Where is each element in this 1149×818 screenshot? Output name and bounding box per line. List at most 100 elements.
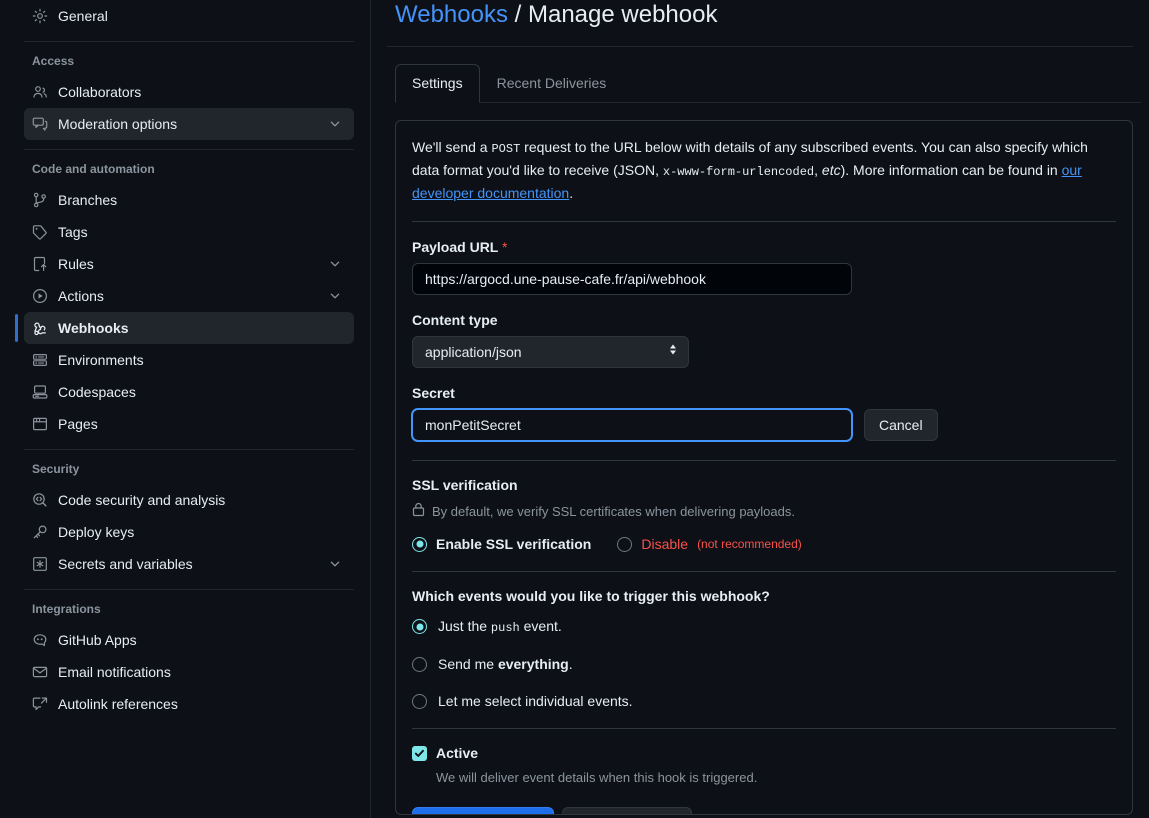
ssl-disable-note: (not recommended)	[697, 537, 802, 551]
sidebar-item-environments[interactable]: Environments	[24, 344, 354, 376]
sidebar-item-github-apps[interactable]: GitHub Apps	[24, 624, 354, 656]
sidebar-item-label: Collaborators	[58, 84, 346, 100]
browser-icon	[32, 416, 48, 432]
ssl-verification-title: SSL verification	[412, 477, 1116, 493]
sidebar-item-pages[interactable]: Pages	[24, 408, 354, 440]
tab-recent-deliveries[interactable]: Recent Deliveries	[480, 64, 624, 103]
sidebar-item-tags[interactable]: Tags	[24, 216, 354, 248]
tab-settings[interactable]: Settings	[395, 64, 480, 103]
content-type-select[interactable]	[412, 336, 689, 368]
sidebar-group-title: Code and automation	[24, 160, 354, 178]
codespaces-icon	[32, 384, 48, 400]
webhook-icon	[32, 320, 48, 336]
sidebar-item-deploy-keys[interactable]: Deploy keys	[24, 516, 354, 548]
page-title: Webhooks / Manage webhook	[387, 0, 1133, 30]
mail-icon	[32, 664, 48, 680]
event-push-code: push	[491, 621, 520, 635]
webhook-tabs: Settings Recent Deliveries	[395, 61, 1133, 103]
sidebar-group: SecurityCode security and analysisDeploy…	[16, 460, 354, 580]
ssl-enable-label: Enable SSL verification	[436, 536, 591, 552]
sidebar-divider	[24, 149, 354, 150]
event-option-everything[interactable]: Send me everything.	[412, 656, 1116, 672]
sidebar-item-label: GitHub Apps	[58, 632, 346, 648]
content-type-field: Content type	[412, 311, 1116, 368]
payload-url-input[interactable]	[412, 263, 852, 295]
ssl-enable-option[interactable]: Enable SSL verification	[412, 536, 591, 552]
breadcrumb-separator: /	[515, 1, 522, 28]
intro-text-5: .	[569, 185, 573, 201]
intro-text-4: ). More information can be found in	[841, 162, 1062, 178]
sidebar-item-label: Rules	[58, 256, 318, 272]
people-icon	[32, 84, 48, 100]
event-push-label: Just the push event.	[438, 618, 562, 635]
sidebar-item-actions[interactable]: Actions	[24, 280, 354, 312]
event-option-push[interactable]: Just the push event.	[412, 618, 1116, 635]
event-everything-suffix: .	[569, 656, 573, 672]
sidebar-item-label: Codespaces	[58, 384, 346, 400]
divider-3	[412, 571, 1116, 572]
chevron-down-icon[interactable]	[328, 257, 342, 271]
chevron-down-icon[interactable]	[328, 289, 342, 303]
sidebar-item-branches[interactable]: Branches	[24, 184, 354, 216]
event-option-individual[interactable]: Let me select individual events.	[412, 693, 1116, 709]
intro-text-1: We'll send a	[412, 139, 491, 155]
sidebar-item-label: Secrets and variables	[58, 556, 318, 572]
payload-url-required-marker: *	[502, 239, 507, 255]
active-checkbox-row[interactable]: Active We will deliver event details whe…	[412, 744, 1116, 787]
rules-icon	[32, 256, 48, 272]
tag-icon	[32, 224, 48, 240]
page-header: Webhooks / Manage webhook	[387, 0, 1133, 47]
sidebar-group: IntegrationsGitHub AppsEmail notificatio…	[16, 600, 354, 720]
sidebar-item-label: Tags	[58, 224, 346, 240]
update-webhook-button[interactable]: Update webhook	[412, 807, 554, 815]
active-checkbox[interactable]	[412, 746, 427, 761]
event-everything-radio[interactable]	[412, 657, 427, 672]
ssl-disable-label: Disable	[641, 536, 688, 552]
form-actions: Update webhook Delete webhook	[412, 807, 1116, 815]
intro-italic-etc: etc	[822, 162, 841, 178]
ssl-enable-radio[interactable]	[412, 537, 427, 552]
delete-webhook-button[interactable]: Delete webhook	[562, 807, 692, 815]
active-label: Active	[436, 744, 757, 763]
comment-discussion-icon	[32, 116, 48, 132]
sidebar-item-autolink-references[interactable]: Autolink references	[24, 688, 354, 720]
breadcrumb-webhooks-link[interactable]: Webhooks	[395, 1, 508, 28]
sidebar-item-label: Webhooks	[58, 320, 346, 336]
sidebar-item-label: Pages	[58, 416, 346, 432]
ssl-disable-option[interactable]: Disable (not recommended)	[617, 536, 801, 552]
secret-input[interactable]	[412, 409, 852, 441]
asterisk-key-icon	[32, 556, 48, 572]
events-title: Which events would you like to trigger t…	[412, 588, 1116, 604]
ssl-verification-section: SSL verification By default, we verify S…	[412, 477, 1116, 552]
chevron-down-icon[interactable]	[328, 117, 342, 131]
sidebar-item-general[interactable]: General	[24, 0, 354, 32]
sidebar-group: General	[16, 0, 354, 32]
settings-sidebar: General Access Collaborators Moderation opt…	[0, 0, 371, 818]
ssl-disable-radio[interactable]	[617, 537, 632, 552]
event-push-suffix: event.	[520, 618, 562, 634]
sidebar-item-codespaces[interactable]: Codespaces	[24, 376, 354, 408]
sidebar-item-email-notifications[interactable]: Email notifications	[24, 656, 354, 688]
cancel-secret-button[interactable]: Cancel	[864, 409, 938, 441]
payload-url-label-text: Payload URL	[412, 239, 498, 255]
sidebar-group: Code and automation Branches Tags Rules Acti…	[16, 160, 354, 440]
sidebar-item-label: Code security and analysis	[58, 492, 346, 508]
sidebar-item-label: Email notifications	[58, 664, 346, 680]
sidebar-item-collaborators[interactable]: Collaborators	[24, 76, 354, 108]
sidebar-item-webhooks[interactable]: Webhooks	[24, 312, 354, 344]
divider-1	[412, 221, 1116, 222]
sidebar-group-title: Access	[24, 52, 354, 70]
sidebar-item-label: Autolink references	[58, 696, 346, 712]
sidebar-item-secrets-and-variables[interactable]: Secrets and variables	[24, 548, 354, 580]
event-everything-prefix: Send me	[438, 656, 498, 672]
sidebar-divider	[24, 41, 354, 42]
sidebar-item-label: Environments	[58, 352, 346, 368]
sidebar-item-moderation-options[interactable]: Moderation options	[24, 108, 354, 140]
sidebar-item-rules[interactable]: Rules	[24, 248, 354, 280]
sidebar-item-code-security-and-analysis[interactable]: Code security and analysis	[24, 484, 354, 516]
event-individual-radio[interactable]	[412, 694, 427, 709]
event-individual-label: Let me select individual events.	[438, 693, 633, 709]
event-push-radio[interactable]	[412, 619, 427, 634]
chevron-down-icon[interactable]	[328, 557, 342, 571]
intro-paragraph: We'll send a POST request to the URL bel…	[412, 137, 1116, 204]
